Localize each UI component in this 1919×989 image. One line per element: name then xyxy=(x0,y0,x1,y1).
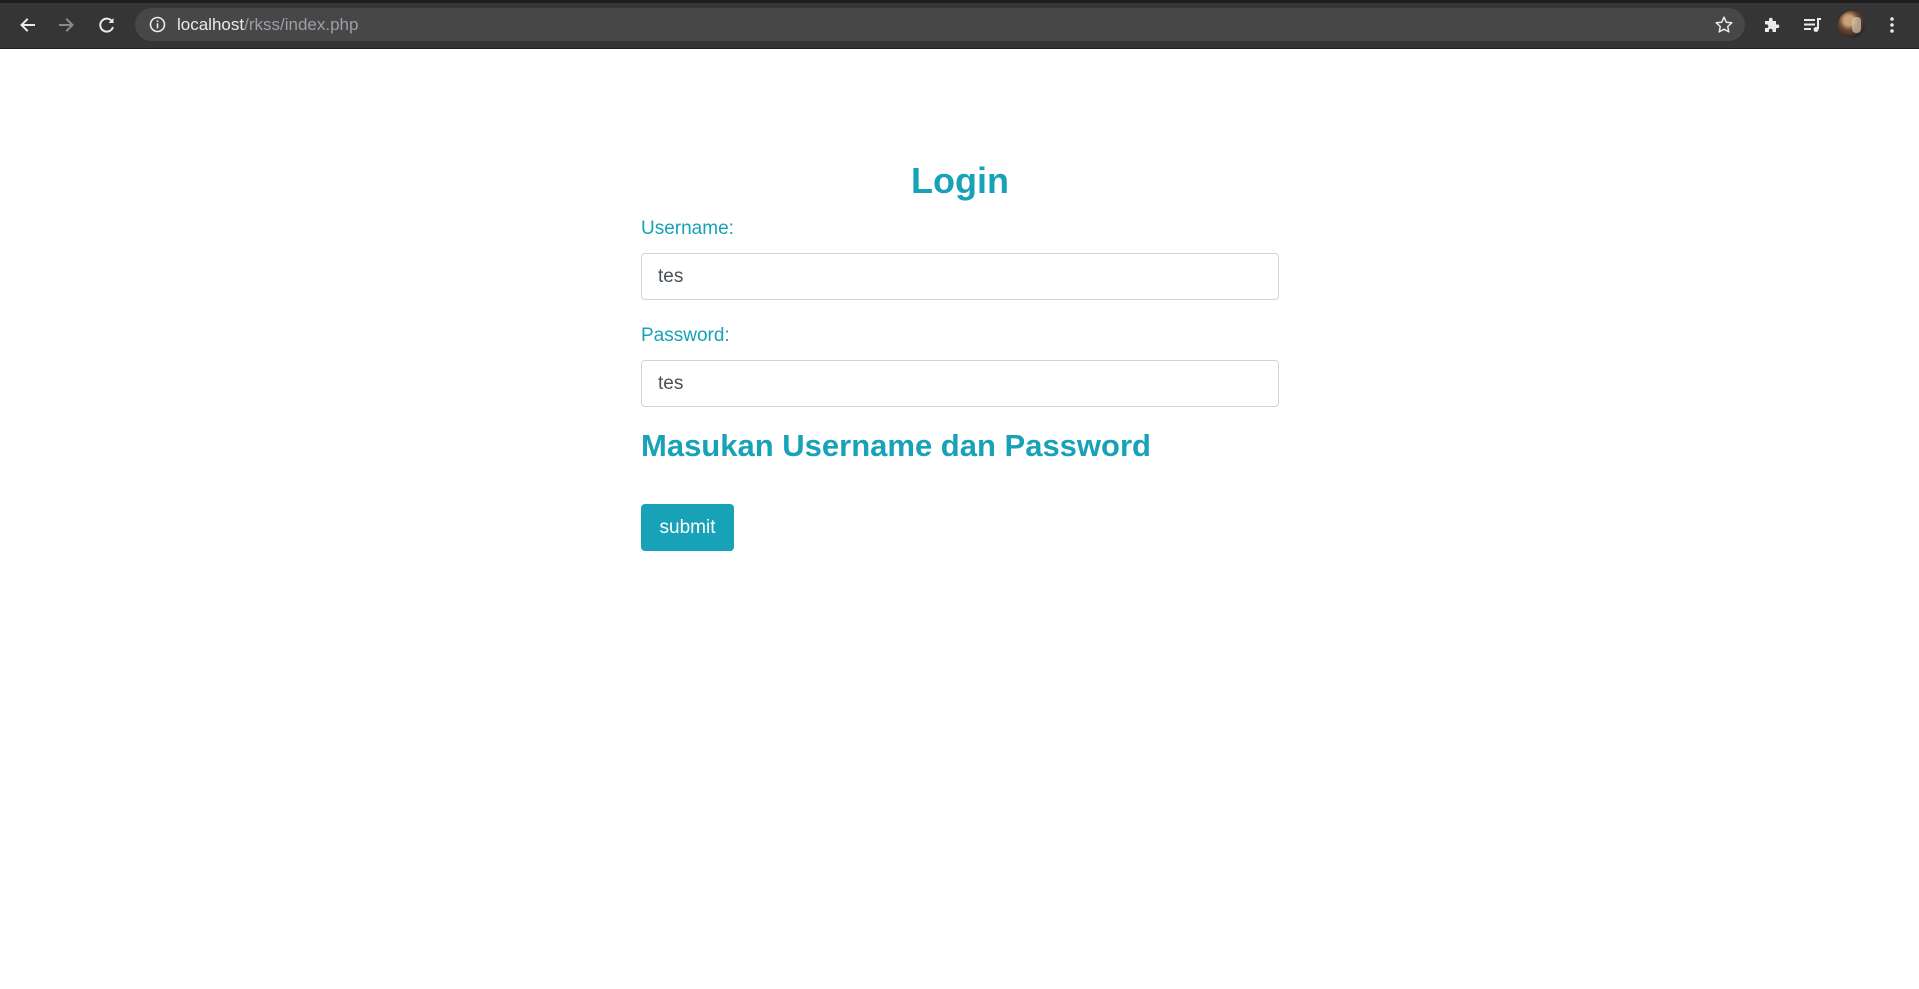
tab-strip-edge xyxy=(0,0,1919,3)
page-title: Login xyxy=(911,160,1009,201)
back-button[interactable] xyxy=(11,9,43,41)
status-message: Masukan Username dan Password xyxy=(641,428,1151,463)
media-control-button[interactable] xyxy=(1799,12,1825,38)
star-icon xyxy=(1715,16,1733,33)
url-path: /rkss/index.php xyxy=(244,15,359,34)
submit-button[interactable]: submit xyxy=(641,504,734,551)
username-label: Username: xyxy=(641,218,734,239)
kebab-menu-icon xyxy=(1890,17,1894,33)
forward-arrow-icon xyxy=(59,18,74,32)
address-bar[interactable]: localhost/rkss/index.php xyxy=(135,8,1745,41)
password-field[interactable] xyxy=(641,360,1279,407)
page-content: Login Username: Password: Masukan Userna… xyxy=(0,49,1919,989)
media-queue-icon xyxy=(1804,18,1821,32)
browser-toolbar: localhost/rkss/index.php xyxy=(0,0,1919,49)
forward-button[interactable] xyxy=(51,9,83,41)
back-arrow-icon xyxy=(20,18,35,32)
reload-button[interactable] xyxy=(91,9,123,41)
info-icon[interactable] xyxy=(149,16,166,33)
bookmark-button[interactable] xyxy=(1713,14,1735,36)
url-text[interactable]: localhost/rkss/index.php xyxy=(177,8,358,41)
username-field[interactable] xyxy=(641,253,1279,300)
avatar[interactable] xyxy=(1838,11,1865,38)
browser-menu-button[interactable] xyxy=(1879,12,1905,38)
password-label: Password: xyxy=(641,325,730,346)
reload-icon xyxy=(99,17,114,33)
extensions-button[interactable] xyxy=(1759,12,1785,38)
puzzle-icon xyxy=(1765,17,1780,32)
url-host: localhost xyxy=(177,15,245,34)
